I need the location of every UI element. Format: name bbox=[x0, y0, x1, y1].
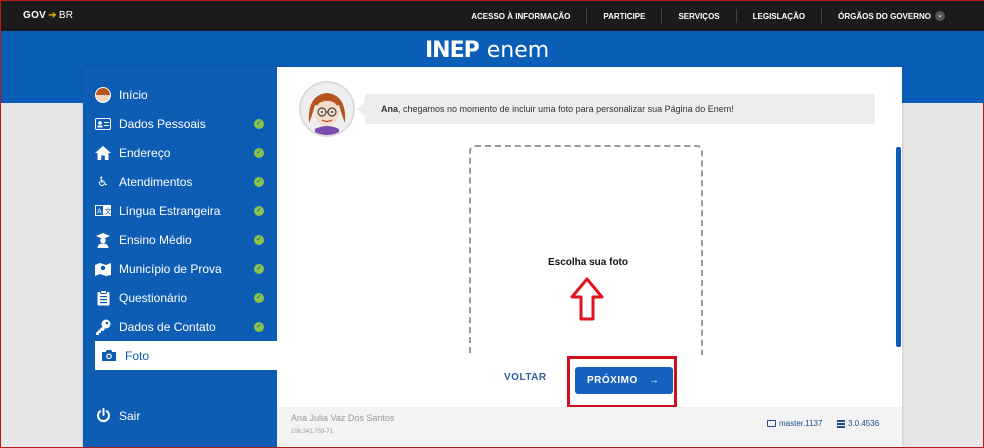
sidebar-item-label: Dados de Contato bbox=[119, 319, 216, 334]
nav-orgaos-governo[interactable]: ÓRGÃOS DO GOVERNO ⌄ bbox=[821, 9, 961, 23]
sidebar-item-label: Dados Pessoais bbox=[119, 116, 206, 131]
sidebar-item-label: Início bbox=[119, 87, 148, 102]
enem-logo-text: enem bbox=[486, 37, 550, 63]
check-icon: ✓ bbox=[254, 147, 264, 158]
sidebar-item-questionario[interactable]: Questionário ✓ bbox=[83, 283, 277, 312]
inep-logo-text: INEP bbox=[425, 37, 480, 63]
govbr-logo[interactable]: GOV ➔ BR bbox=[23, 10, 73, 21]
check-icon: ✓ bbox=[254, 263, 264, 274]
map-icon bbox=[95, 261, 111, 277]
top-navigation: ACESSO À INFORMAÇÃO PARTICIPE SERVIÇOS L… bbox=[455, 1, 961, 31]
check-icon: ✓ bbox=[254, 234, 264, 245]
home-icon bbox=[95, 145, 111, 161]
sidebar-item-label: Ensino Médio bbox=[119, 232, 192, 247]
svg-text:A: A bbox=[97, 208, 102, 216]
footer-version: 3.0.4536 bbox=[837, 419, 879, 428]
next-button[interactable]: PRÓXIMO → bbox=[575, 367, 673, 394]
database-icon bbox=[837, 419, 845, 428]
footer-cpf: 106.341.759-71 bbox=[291, 429, 334, 435]
footer-version-text: 3.0.4536 bbox=[848, 419, 880, 428]
logout-button[interactable]: Sair bbox=[83, 401, 277, 430]
sidebar-item-lingua-estrangeira[interactable]: A文 Língua Estrangeira ✓ bbox=[83, 196, 277, 225]
check-icon: ✓ bbox=[254, 321, 264, 332]
footer-user-name: Ana Julia Vaz Dos Santos bbox=[291, 413, 395, 423]
check-icon: ✓ bbox=[254, 205, 264, 216]
arrow-right-icon: → bbox=[649, 375, 660, 386]
id-card-icon bbox=[95, 116, 111, 132]
language-icon: A文 bbox=[95, 203, 111, 219]
photo-upload-label: Escolha sua foto bbox=[547, 257, 628, 268]
check-icon: ✓ bbox=[254, 118, 264, 129]
gov-topbar: GOV ➔ BR ACESSO À INFORMAÇÃO PARTICIPE S… bbox=[1, 1, 984, 31]
sidebar-item-inicio[interactable]: Início bbox=[83, 80, 277, 109]
main-card: Início Dados Pessoais ✓ Endereço ✓ ♿ Ate… bbox=[83, 67, 902, 447]
sidebar-item-endereco[interactable]: Endereço ✓ bbox=[83, 138, 277, 167]
message-text: , chegamos no momento de incluir uma fot… bbox=[398, 104, 734, 114]
sidebar-item-label: Foto bbox=[125, 348, 150, 363]
power-icon bbox=[95, 408, 111, 424]
next-button-label: PRÓXIMO bbox=[587, 375, 638, 386]
nav-servicos[interactable]: SERVIÇOS bbox=[661, 9, 735, 23]
camera-icon bbox=[101, 348, 117, 364]
footer: Ana Julia Vaz Dos Santos 106.341.759-71 … bbox=[277, 407, 902, 447]
chevron-down-icon: ⌄ bbox=[935, 11, 945, 21]
assistant-avatar bbox=[299, 81, 355, 137]
graduate-icon bbox=[95, 232, 111, 248]
nav-acesso-informacao[interactable]: ACESSO À INFORMAÇÃO bbox=[455, 9, 586, 23]
clipboard-icon bbox=[95, 289, 111, 306]
message-user-name: Ana bbox=[381, 104, 399, 114]
footer-master-text: master.1137 bbox=[779, 419, 823, 428]
svg-text:文: 文 bbox=[105, 207, 112, 216]
scrollbar[interactable] bbox=[896, 147, 901, 347]
sidebar-item-label: Município de Prova bbox=[119, 261, 222, 276]
check-icon: ✓ bbox=[254, 176, 264, 187]
wheelchair-icon: ♿ bbox=[97, 173, 109, 189]
sidebar-item-label: Endereço bbox=[119, 145, 171, 160]
sidebar-item-foto[interactable]: Foto bbox=[95, 341, 277, 370]
back-button[interactable]: VOLTAR bbox=[504, 372, 547, 383]
footer-master: master.1137 bbox=[767, 419, 822, 428]
sidebar-item-label: Língua Estrangeira bbox=[119, 203, 221, 218]
logo-arrow-icon: ➔ bbox=[48, 10, 57, 21]
monitor-icon bbox=[767, 420, 776, 427]
sidebar-item-ensino-medio[interactable]: Ensino Médio ✓ bbox=[83, 225, 277, 254]
sidebar-item-dados-pessoais[interactable]: Dados Pessoais ✓ bbox=[83, 109, 277, 138]
nav-orgaos-label: ÓRGÃOS DO GOVERNO bbox=[838, 11, 931, 21]
check-icon: ✓ bbox=[254, 292, 264, 303]
nav-participe[interactable]: PARTICIPE bbox=[586, 9, 661, 23]
key-icon bbox=[95, 319, 111, 335]
sidebar-item-label: Questionário bbox=[119, 290, 188, 305]
sidebar-item-municipio-prova[interactable]: Município de Prova ✓ bbox=[83, 254, 277, 283]
sidebar: Início Dados Pessoais ✓ Endereço ✓ ♿ Ate… bbox=[83, 67, 277, 447]
logo-br-text: BR bbox=[58, 10, 74, 21]
inep-enem-logo: INEP enem bbox=[425, 37, 549, 63]
avatar-icon bbox=[95, 86, 111, 103]
logo-gov-text: GOV bbox=[23, 10, 47, 21]
sidebar-item-atendimentos[interactable]: ♿ Atendimentos ✓ bbox=[83, 167, 277, 196]
assistant-message: Ana, chegamos no momento de incluir uma … bbox=[357, 94, 875, 124]
next-button-highlight: PRÓXIMO → bbox=[567, 356, 677, 408]
content-area: Ana, chegamos no momento de incluir uma … bbox=[277, 67, 902, 447]
photo-upload-area[interactable]: Escolha sua foto bbox=[469, 145, 703, 355]
sidebar-item-dados-contato[interactable]: Dados de Contato ✓ bbox=[83, 312, 277, 341]
logout-label: Sair bbox=[119, 408, 141, 423]
sidebar-item-label: Atendimentos bbox=[119, 174, 193, 189]
arrow-up-icon bbox=[570, 277, 604, 321]
nav-legislacao[interactable]: LEGISLAÇÃO bbox=[735, 9, 821, 23]
